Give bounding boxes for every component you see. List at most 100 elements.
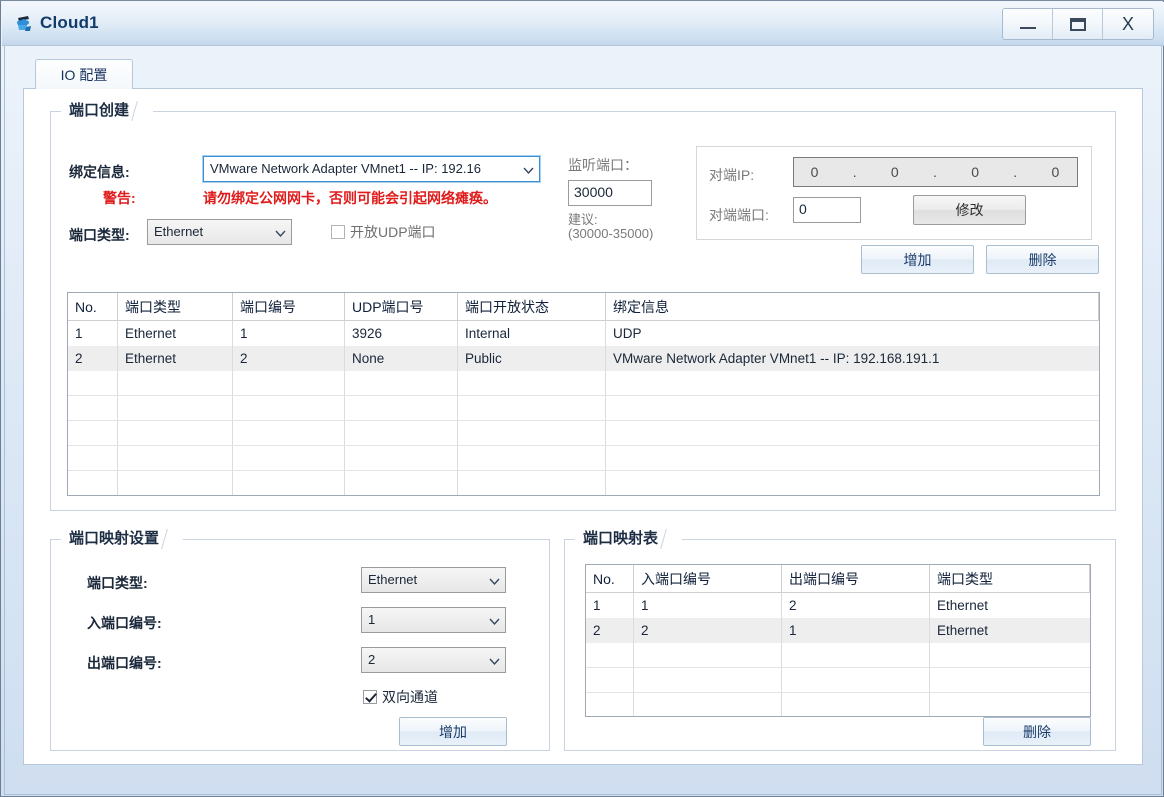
mapping-port-type-combo[interactable]: Ethernet — [361, 567, 506, 593]
cell-no: 2 — [586, 618, 634, 643]
io-config-page: 端口创建 绑定信息: VMware Network Adapter VMnet1… — [23, 89, 1143, 765]
column-header-binding-info: 绑定信息 — [606, 293, 1099, 320]
port-table[interactable]: No. 端口类型 端口编号 UDP端口号 端口开放状态 绑定信息 1 Ether… — [67, 292, 1100, 496]
cell-empty — [634, 693, 782, 716]
ip-dot-1: . — [852, 164, 858, 180]
tab-io-config[interactable]: IO 配置 — [35, 59, 133, 89]
cell-empty — [68, 471, 118, 495]
maximize-icon — [1069, 17, 1086, 31]
peer-settings-panel: 对端IP: 0 . 0 . 0 . 0 对端端口: 0 修改 — [696, 146, 1092, 240]
peer-port-input[interactable]: 0 — [793, 197, 861, 223]
group-port-create-title: 端口创建 — [61, 99, 154, 123]
cell-empty — [68, 396, 118, 420]
cell-empty — [118, 471, 233, 495]
binding-info-label: 绑定信息: — [69, 164, 130, 180]
cell-empty — [118, 421, 233, 445]
chevron-down-icon — [489, 577, 500, 586]
in-port-number-combo[interactable]: 1 — [361, 607, 506, 633]
cell-empty — [930, 668, 1090, 692]
mapping-delete-button[interactable]: 删除 — [983, 717, 1091, 746]
cell-port-type: Ethernet — [118, 346, 233, 371]
minimize-button[interactable] — [1003, 9, 1053, 39]
column-header-port-number: 端口编号 — [233, 293, 345, 320]
mapping-add-button[interactable]: 增加 — [399, 717, 507, 746]
cell-port-type: Ethernet — [118, 321, 233, 346]
group-port-create: 端口创建 绑定信息: VMware Network Adapter VMnet1… — [50, 99, 1116, 511]
cell-in-port: 2 — [634, 618, 782, 643]
warning-label: 警告: — [103, 190, 136, 206]
table-row[interactable]: 1 1 2 Ethernet — [586, 593, 1090, 618]
column-header-udp-port: UDP端口号 — [345, 293, 458, 320]
column-header-no: No. — [68, 293, 118, 320]
chevron-down-icon — [489, 657, 500, 666]
cell-empty — [606, 371, 1099, 395]
cell-empty — [233, 471, 345, 495]
peer-ip-input[interactable]: 0 . 0 . 0 . 0 — [793, 157, 1078, 187]
table-row-empty[interactable] — [68, 421, 1099, 446]
cell-empty — [930, 643, 1090, 667]
table-row[interactable]: 2 Ethernet 2 None Public VMware Network … — [68, 346, 1099, 371]
cell-empty — [118, 446, 233, 470]
cell-out-port: 2 — [782, 593, 930, 618]
out-port-number-combo[interactable]: 2 — [361, 647, 506, 673]
cell-empty — [233, 371, 345, 395]
port-type-value: Ethernet — [154, 224, 204, 239]
cell-binding-info: UDP — [613, 326, 642, 341]
table-row-empty[interactable] — [586, 643, 1090, 668]
checkbox-box — [363, 690, 377, 704]
table-row-empty[interactable] — [68, 446, 1099, 471]
peer-ip-label: 对端IP: — [709, 167, 755, 183]
in-port-number-label: 入端口编号: — [87, 615, 162, 631]
cell-empty — [345, 396, 458, 420]
cell-empty — [345, 421, 458, 445]
cell-empty — [68, 371, 118, 395]
cell-port-number: 2 — [233, 346, 345, 371]
port-type-label: 端口类型: — [69, 227, 130, 243]
cell-empty — [345, 371, 458, 395]
cell-empty — [782, 668, 930, 692]
in-port-number-value: 1 — [368, 612, 376, 627]
column-header-open-state: 端口开放状态 — [458, 293, 606, 320]
mapping-table[interactable]: No. 入端口编号 出端口编号 端口类型 1 1 2 Ethernet 2 2 … — [585, 564, 1091, 717]
cell-empty — [586, 693, 634, 716]
maximize-button[interactable] — [1053, 9, 1103, 39]
listen-port-input[interactable]: 30000 — [568, 180, 652, 206]
cell-empty — [782, 693, 930, 716]
bidirectional-channel-label: 双向通道 — [382, 689, 438, 705]
application-window: Cloud1 X IO 配置 端口创建 绑定信息: VMware Network… — [0, 0, 1164, 797]
column-header-port-type: 端口类型 — [930, 565, 1090, 592]
cell-udp-port: 3926 — [345, 321, 458, 346]
binding-info-combo[interactable]: VMware Network Adapter VMnet1 -- IP: 192… — [202, 155, 541, 183]
modify-button[interactable]: 修改 — [913, 195, 1026, 225]
cloud-network-icon — [14, 13, 36, 35]
cell-empty — [634, 668, 782, 692]
table-row[interactable]: 1 Ethernet 1 3926 Internal UDP — [68, 321, 1099, 346]
cell-empty — [118, 371, 233, 395]
open-udp-port-label: 开放UDP端口 — [350, 224, 436, 240]
add-port-button[interactable]: 增加 — [861, 245, 974, 274]
tab-strip: IO 配置 — [23, 59, 1143, 89]
group-mapping-table-title: 端口映射表 — [575, 527, 683, 551]
cell-empty — [634, 643, 782, 667]
port-type-combo[interactable]: Ethernet — [147, 219, 292, 245]
delete-port-button[interactable]: 删除 — [986, 245, 1099, 274]
ip-dot-2: . — [933, 164, 938, 180]
table-row-empty[interactable] — [586, 693, 1090, 716]
table-row-empty[interactable] — [68, 471, 1099, 495]
binding-info-value: VMware Network Adapter VMnet1 -- IP: 192… — [210, 161, 481, 176]
cell-empty — [606, 396, 1099, 420]
table-row-empty[interactable] — [586, 668, 1090, 693]
table-row-empty[interactable] — [68, 396, 1099, 421]
cell-port-type: Ethernet — [937, 623, 989, 638]
table-row[interactable]: 2 2 1 Ethernet — [586, 618, 1090, 643]
cell-empty — [930, 693, 1090, 716]
cell-empty — [586, 668, 634, 692]
group-mapping-table: 端口映射表 No. 入端口编号 出端口编号 端口类型 1 1 2 Etherne… — [564, 527, 1116, 751]
table-row-empty[interactable] — [68, 371, 1099, 396]
open-udp-port-checkbox[interactable]: 开放UDP端口 — [331, 222, 436, 242]
cell-empty — [458, 396, 606, 420]
close-button[interactable]: X — [1103, 9, 1153, 39]
bidirectional-channel-checkbox[interactable]: 双向通道 — [363, 687, 438, 707]
cell-binding-info: VMware Network Adapter VMnet1 -- IP: 192… — [613, 351, 940, 366]
column-header-in-port: 入端口编号 — [634, 565, 782, 592]
